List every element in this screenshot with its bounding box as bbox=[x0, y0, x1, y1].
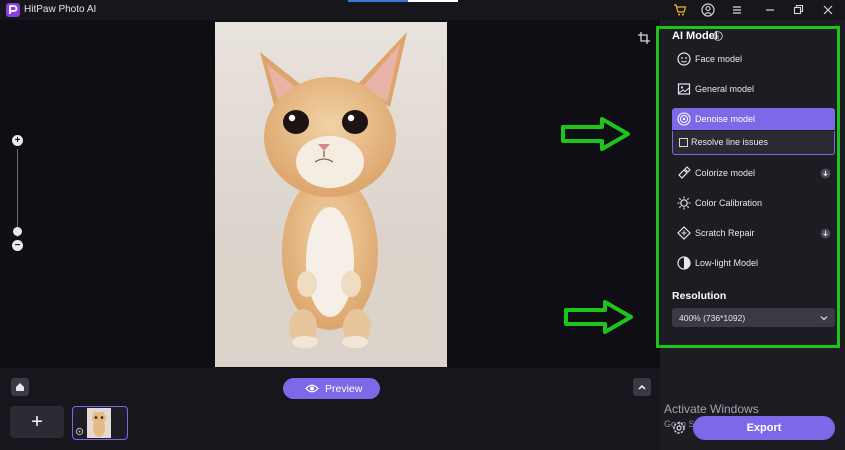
model-label: General model bbox=[695, 84, 755, 94]
kitten-photo bbox=[215, 22, 447, 367]
zoom-out-button[interactable]: − bbox=[12, 240, 23, 251]
minimize-icon[interactable] bbox=[763, 3, 777, 17]
resolve-line-issues-option[interactable]: Resolve line issues bbox=[672, 131, 835, 155]
download-icon[interactable] bbox=[820, 168, 831, 179]
activate-windows-title: Activate Windows bbox=[664, 402, 759, 416]
preview-label: Preview bbox=[325, 383, 363, 395]
model-denoise[interactable]: Denoise model bbox=[672, 108, 835, 130]
home-icon bbox=[16, 383, 24, 391]
model-label: Scratch Repair bbox=[695, 228, 755, 238]
model-label: Colorize model bbox=[695, 168, 756, 178]
resolution-value: 400% (736*1092) bbox=[679, 313, 746, 323]
title-bar bbox=[0, 0, 845, 20]
maximize-icon[interactable] bbox=[791, 3, 805, 17]
calibration-icon bbox=[677, 196, 691, 210]
resolution-title: Resolution bbox=[672, 290, 727, 302]
settings-icon bbox=[75, 427, 84, 436]
info-icon[interactable] bbox=[713, 31, 723, 41]
logo-icon bbox=[6, 3, 20, 17]
resolve-line-issues-checkbox[interactable] bbox=[679, 138, 688, 147]
chevron-up-icon bbox=[638, 384, 646, 390]
image-thumbnail[interactable] bbox=[72, 406, 128, 440]
model-color-calibration[interactable]: Color Calibration bbox=[672, 192, 835, 214]
model-face[interactable]: Face model bbox=[672, 48, 835, 70]
add-image-button[interactable]: + bbox=[10, 406, 64, 438]
annotation-arrow-icon bbox=[561, 117, 630, 151]
panel-title: AI Model bbox=[672, 30, 718, 42]
zoom-slider-handle[interactable] bbox=[13, 227, 22, 236]
home-button[interactable] bbox=[11, 378, 29, 396]
model-label: Color Calibration bbox=[695, 198, 763, 208]
crop-icon[interactable] bbox=[637, 31, 651, 45]
model-label: Denoise model bbox=[695, 114, 756, 124]
account-icon[interactable] bbox=[701, 3, 715, 17]
colorize-icon bbox=[678, 166, 691, 179]
resolve-line-issues-label: Resolve line issues bbox=[691, 137, 769, 147]
zoom-in-button[interactable]: + bbox=[12, 135, 23, 146]
model-general[interactable]: General model bbox=[672, 78, 835, 100]
close-icon[interactable] bbox=[821, 3, 835, 17]
cart-icon[interactable] bbox=[673, 3, 687, 17]
export-button[interactable]: Export bbox=[693, 416, 835, 440]
eye-icon bbox=[305, 384, 319, 393]
title-accent-bar-white bbox=[408, 0, 458, 2]
lowlight-icon bbox=[677, 256, 691, 270]
menu-icon[interactable] bbox=[730, 3, 744, 17]
preview-button[interactable]: Preview bbox=[283, 378, 380, 399]
model-colorize[interactable]: Colorize model bbox=[672, 162, 835, 184]
app-title: HitPaw Photo AI bbox=[24, 4, 97, 15]
zoom-slider-track[interactable] bbox=[17, 149, 18, 237]
face-icon bbox=[677, 52, 691, 66]
thumbnail-image bbox=[87, 408, 111, 438]
collapse-button[interactable] bbox=[633, 378, 651, 396]
settings-icon[interactable] bbox=[671, 420, 687, 436]
model-label: Low-light Model bbox=[695, 258, 759, 268]
model-scratch-repair[interactable]: Scratch Repair bbox=[672, 222, 835, 244]
image-icon bbox=[677, 83, 691, 95]
resolution-select[interactable]: 400% (736*1092) bbox=[672, 308, 835, 327]
download-icon[interactable] bbox=[820, 228, 831, 239]
model-label: Face model bbox=[695, 54, 743, 64]
chevron-down-icon bbox=[820, 316, 828, 321]
denoise-icon bbox=[677, 112, 691, 126]
model-low-light[interactable]: Low-light Model bbox=[672, 252, 835, 274]
scratch-icon bbox=[677, 226, 691, 240]
title-accent-bar bbox=[348, 0, 408, 2]
annotation-arrow-icon bbox=[564, 300, 633, 334]
